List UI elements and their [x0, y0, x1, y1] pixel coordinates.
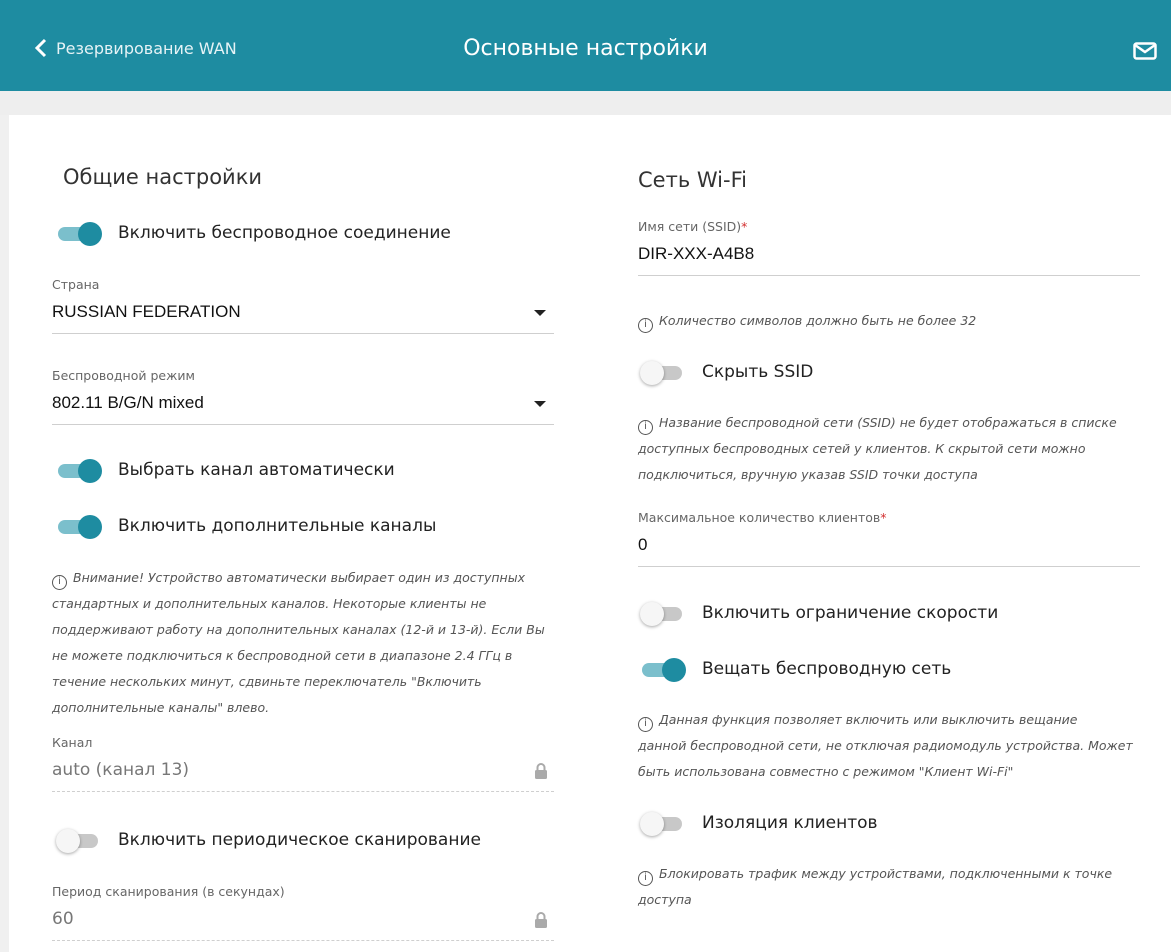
scan-period-value: 60 — [52, 909, 74, 929]
enable-wireless-toggle-row[interactable]: Включить беспроводное соединение — [56, 222, 451, 246]
extra-channels-label: Включить дополнительные каналы — [118, 516, 437, 536]
hint-line: данной беспроводной сети, не отключая ра… — [638, 738, 1133, 753]
info-icon: i — [52, 575, 67, 590]
lock-icon — [535, 912, 547, 928]
mode-value-box[interactable]: 802.11 B/G/N mixed — [52, 391, 554, 425]
hint-line: Количество символов должно быть не более… — [659, 313, 977, 328]
channel-label: Канал — [52, 735, 93, 750]
broadcast-toggle-row[interactable]: Вещать беспроводную сеть — [640, 658, 952, 682]
max-clients-field[interactable]: Максимальное количество клиентов* 0 — [638, 510, 1140, 567]
hint-line: не можете подключиться к беспроводной се… — [52, 648, 513, 663]
page-title: Основные настройки — [463, 36, 708, 61]
auto-channel-toggle[interactable] — [56, 459, 102, 483]
speed-limit-toggle[interactable] — [640, 602, 686, 626]
wifi-section-title: Сеть Wi-Fi — [638, 168, 747, 192]
general-section-title: Общие настройки — [63, 165, 263, 189]
country-value-box[interactable]: RUSSIAN FEDERATION — [52, 300, 554, 334]
hide-ssid-label: Скрыть SSID — [702, 362, 814, 382]
broadcast-toggle[interactable] — [640, 658, 686, 682]
hide-ssid-hint: i Название беспроводной сети (SSID) не бу… — [638, 410, 1158, 488]
mail-icon[interactable] — [1133, 42, 1157, 64]
isolation-label: Изоляция клиентов — [702, 813, 878, 833]
top-bar: Резервирование WAN Основные настройки — [0, 0, 1171, 91]
hint-line: доступа — [638, 892, 692, 907]
isolation-hint: i Блокировать трафик между устройствами, … — [638, 861, 1158, 913]
extra-channels-toggle-row[interactable]: Включить дополнительные каналы — [56, 515, 437, 539]
required-mark: * — [880, 510, 887, 525]
channel-value: auto (канал 13) — [52, 760, 190, 780]
lock-icon — [535, 763, 547, 779]
hint-line: быть использована совместно с режимом "К… — [638, 764, 1014, 779]
auto-channel-label: Выбрать канал автоматически — [118, 460, 395, 480]
extra-channels-toggle[interactable] — [56, 515, 102, 539]
hint-line: Внимание! Устройство автоматически выбир… — [73, 570, 525, 585]
mode-select[interactable]: Беспроводной режим 802.11 B/G/N mixed — [52, 368, 554, 425]
required-mark: * — [741, 219, 748, 234]
max-clients-value: 0 — [638, 535, 648, 554]
hint-line: дополнительные каналы" влево. — [52, 700, 270, 715]
left-edge — [0, 115, 9, 952]
channel-value-box: auto (канал 13) — [52, 758, 554, 792]
info-icon: i — [638, 420, 653, 435]
chevron-down-icon — [534, 401, 546, 407]
ssid-label: Имя сети (SSID)* — [638, 219, 1140, 234]
channel-field: Канал auto (канал 13) — [52, 735, 554, 792]
hint-line: доступных беспроводных сетей у клиентов.… — [638, 441, 1086, 456]
hint-line: поддерживают работу на дополнительных ка… — [52, 622, 545, 637]
hint-line: Название беспроводной сети (SSID) не буд… — [659, 415, 1117, 430]
max-clients-input[interactable]: 0 — [638, 533, 1140, 567]
chevron-down-icon — [534, 310, 546, 316]
max-clients-label: Максимальное количество клиентов* — [638, 510, 1140, 525]
enable-wireless-label: Включить беспроводное соединение — [118, 223, 451, 243]
ssid-value: DIR-XXX-A4B8 — [638, 244, 755, 263]
ssid-hint: i Количество символов должно быть не боле… — [638, 308, 1148, 334]
mode-label: Беспроводной режим — [52, 368, 195, 383]
info-icon: i — [638, 318, 653, 333]
max-clients-label-text: Максимальное количество клиентов — [638, 510, 881, 525]
broadcast-label: Вещать беспроводную сеть — [702, 659, 952, 679]
enable-wireless-toggle[interactable] — [56, 222, 102, 246]
scan-period-value-box: 60 — [52, 907, 554, 941]
hint-line: стандартных и дополнительных каналов. Не… — [52, 596, 487, 611]
country-select[interactable]: Страна RUSSIAN FEDERATION — [52, 277, 554, 334]
info-icon: i — [638, 871, 653, 886]
country-value: RUSSIAN FEDERATION — [52, 302, 241, 321]
broadcast-hint: i Данная функция позволяет включить или в… — [638, 707, 1158, 785]
periodic-scan-toggle-row[interactable]: Включить периодическое сканирование — [56, 829, 481, 853]
ssid-field[interactable]: Имя сети (SSID)* DIR-XXX-A4B8 — [638, 219, 1140, 276]
scan-period-label: Период сканирования (в секундах) — [52, 884, 285, 899]
speed-limit-label: Включить ограничение скорости — [702, 603, 999, 623]
header-divider — [0, 91, 1171, 115]
hint-line: течение нескольких минут, сдвиньте перек… — [52, 674, 482, 689]
isolation-toggle-row[interactable]: Изоляция клиентов — [640, 812, 878, 836]
periodic-scan-label: Включить периодическое сканирование — [118, 830, 481, 850]
isolation-toggle[interactable] — [640, 812, 686, 836]
scan-period-field: Период сканирования (в секундах) 60 — [52, 884, 554, 941]
ssid-input[interactable]: DIR-XXX-A4B8 — [638, 242, 1140, 276]
hide-ssid-toggle[interactable] — [640, 361, 686, 385]
auto-channel-toggle-row[interactable]: Выбрать канал автоматически — [56, 459, 395, 483]
hide-ssid-toggle-row[interactable]: Скрыть SSID — [640, 361, 814, 385]
mode-value: 802.11 B/G/N mixed — [52, 393, 204, 412]
extra-channels-hint: i Внимание! Устройство автоматически выби… — [52, 565, 562, 721]
country-label: Страна — [52, 277, 100, 292]
hint-line: Данная функция позволяет включить или вы… — [659, 712, 1078, 727]
info-icon: i — [638, 717, 653, 732]
ssid-label-text: Имя сети (SSID) — [638, 219, 742, 234]
speed-limit-toggle-row[interactable]: Включить ограничение скорости — [640, 602, 999, 626]
hint-line: подключиться, вручную указав SSID точки … — [638, 467, 978, 482]
periodic-scan-toggle[interactable] — [56, 829, 102, 853]
hint-line: Блокировать трафик между устройствами, п… — [659, 866, 1113, 881]
